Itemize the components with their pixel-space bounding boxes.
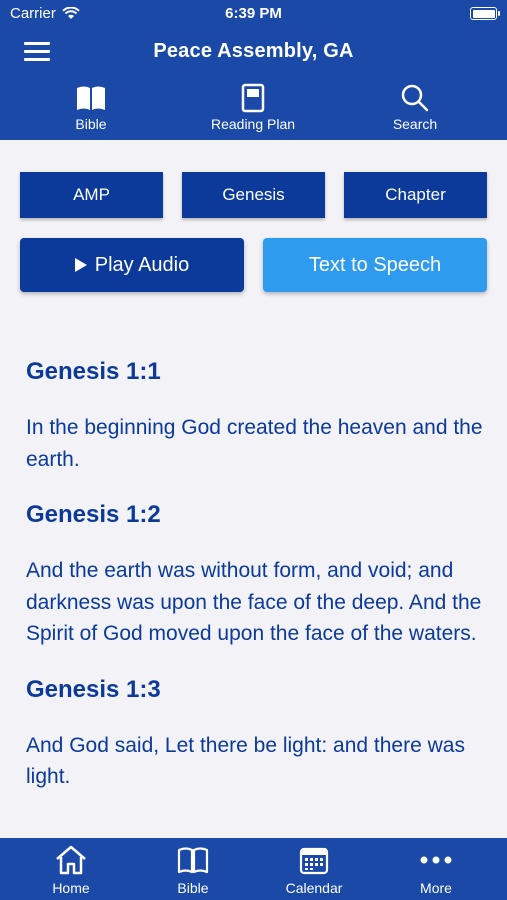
- top-nav: Bible Reading Plan Search: [0, 82, 507, 138]
- play-audio-button[interactable]: Play Audio: [20, 238, 244, 292]
- verse-text: In the beginning God created the heaven …: [26, 416, 483, 471]
- verse-reference: Genesis 1:3: [26, 675, 161, 703]
- more-icon: [420, 856, 452, 864]
- verse-text: And the earth was without form, and void…: [26, 559, 482, 645]
- title-row: Peace Assembly, GA: [0, 30, 507, 74]
- play-icon: [74, 258, 87, 272]
- notebook-icon: [241, 83, 265, 113]
- verse-list: Genesis 1:1 In the beginning God created…: [26, 358, 486, 819]
- tab-bible-label: Bible: [177, 880, 209, 896]
- tab-more[interactable]: More: [381, 842, 491, 896]
- top-nav-reading-plan-label: Reading Plan: [210, 116, 296, 132]
- status-bar: Carrier 6:39 PM: [0, 0, 507, 28]
- tab-calendar[interactable]: Calendar: [259, 842, 369, 896]
- tab-bar: Home Bible Calendar More: [0, 838, 507, 900]
- status-time: 6:39 PM: [225, 5, 282, 22]
- book-selector[interactable]: Genesis: [182, 172, 325, 218]
- home-icon: [56, 845, 86, 875]
- text-to-speech-button[interactable]: Text to Speech: [263, 238, 487, 292]
- verse-reference: Genesis 1:2: [26, 501, 161, 528]
- play-audio-label: Play Audio: [94, 253, 190, 276]
- tab-home[interactable]: Home: [16, 842, 126, 896]
- main-content: AMP Genesis Chapter Play Audio Text to S…: [0, 140, 507, 838]
- verse-reference: Genesis 1:1: [26, 358, 161, 385]
- top-nav-bible[interactable]: Bible: [31, 82, 151, 132]
- top-nav-bible-label: Bible: [75, 116, 107, 132]
- text-to-speech-label: Text to Speech: [308, 253, 442, 276]
- tab-calendar-label: Calendar: [285, 880, 343, 896]
- tab-home-label: Home: [52, 880, 90, 896]
- search-icon: [401, 84, 429, 112]
- tab-bible[interactable]: Bible: [138, 842, 248, 896]
- app-header: Carrier 6:39 PM Peace Assembly, GA Bible: [0, 0, 507, 140]
- calendar-icon: [299, 847, 329, 875]
- open-book-icon: [77, 86, 105, 110]
- top-nav-search-label: Search: [392, 116, 438, 132]
- chapter-selector[interactable]: Chapter: [344, 172, 487, 218]
- page-title: Peace Assembly, GA: [153, 40, 354, 62]
- top-nav-search[interactable]: Search: [355, 82, 475, 132]
- top-nav-reading-plan[interactable]: Reading Plan: [193, 82, 313, 132]
- verse-text: And God said, Let there be light: and th…: [26, 733, 465, 789]
- book-icon: [177, 847, 209, 874]
- version-selector[interactable]: AMP: [20, 172, 163, 218]
- tab-more-label: More: [420, 880, 452, 896]
- battery-icon: [470, 7, 500, 20]
